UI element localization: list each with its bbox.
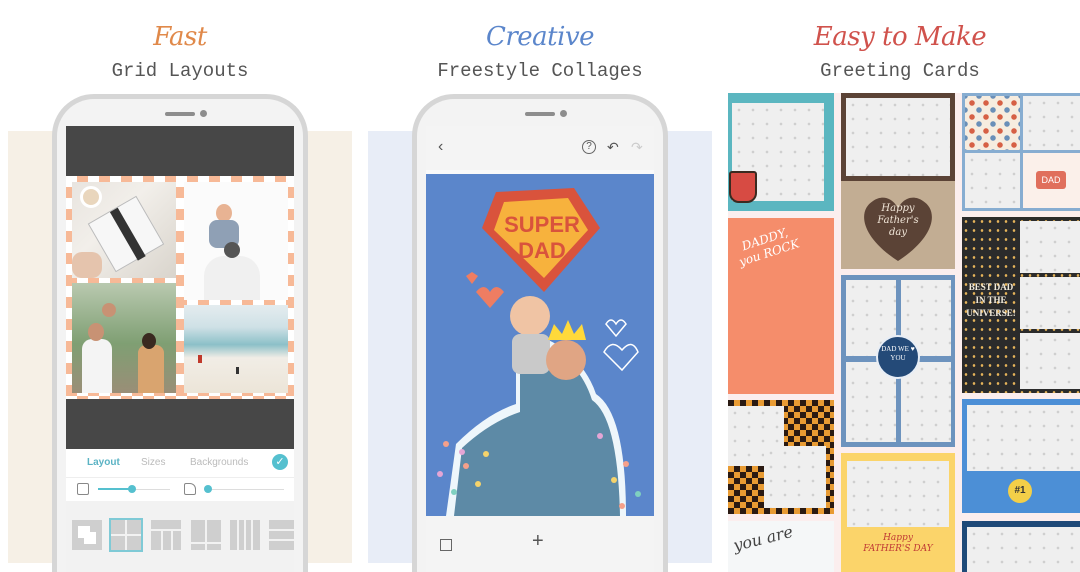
card-text: Happy FATHER'S DAY bbox=[863, 533, 933, 554]
card-text: you are bbox=[731, 521, 795, 556]
layout-option-grid-4col[interactable] bbox=[230, 520, 260, 550]
corner-radius-icon bbox=[184, 483, 196, 495]
panel-grid-layouts: Fast Grid Layouts Layout Sizes Backgroun… bbox=[0, 0, 360, 572]
bottom-dark-area bbox=[66, 399, 294, 449]
front-camera bbox=[200, 110, 207, 117]
baby-body bbox=[512, 334, 550, 374]
card-best-dad-universe[interactable]: BEST DAD IN THE UNIVERSE! bbox=[962, 217, 1080, 393]
accessories-pattern bbox=[965, 96, 1020, 150]
redo-icon[interactable]: ↷ bbox=[631, 140, 643, 154]
baby-face bbox=[510, 296, 550, 336]
heart-outline-sticker[interactable] bbox=[603, 343, 639, 372]
layout-option-grid-2col-split[interactable] bbox=[191, 520, 221, 550]
canvas-artwork: SUPER DAD bbox=[437, 188, 641, 516]
spacing-icon bbox=[77, 483, 89, 495]
collage-cell-beach[interactable] bbox=[184, 305, 288, 393]
heart-sticker[interactable] bbox=[466, 272, 478, 284]
check-icon[interactable]: ✓ bbox=[272, 454, 288, 470]
subtitle: Grid Layouts bbox=[111, 60, 249, 82]
card-dad-we-love-you[interactable]: DAD WE ♥ YOU bbox=[841, 275, 955, 447]
heart-outline-sticker[interactable] bbox=[605, 319, 627, 338]
spacing-slider-knob[interactable] bbox=[128, 485, 136, 493]
card-dad-pattern[interactable]: DAD bbox=[962, 93, 1080, 211]
collage-cell-gift-box[interactable] bbox=[72, 182, 176, 278]
top-dark-area bbox=[66, 126, 294, 176]
card-daddy-rock[interactable]: DADDY, you ROCK bbox=[728, 218, 834, 394]
panel-freestyle-collages: Creative Freestyle Collages ‹ ? ↶ ↷ SUPE… bbox=[360, 0, 720, 572]
card-number-one-dad[interactable]: #1 bbox=[962, 399, 1080, 513]
layout-option-grid-top-wide[interactable] bbox=[151, 520, 181, 550]
speaker-grille bbox=[165, 112, 195, 116]
phone-frame: Layout Sizes Backgrounds ✓ bbox=[52, 94, 308, 572]
editor-tabs: Layout Sizes Backgrounds ✓ bbox=[66, 449, 294, 477]
hand bbox=[72, 252, 102, 278]
help-icon[interactable]: ? bbox=[582, 140, 596, 154]
front-camera bbox=[560, 110, 567, 117]
layout-options bbox=[66, 501, 294, 572]
corner-slider-knob[interactable] bbox=[204, 485, 212, 493]
editor-bottom-bar: + bbox=[426, 516, 654, 572]
fathers-day-badge bbox=[729, 171, 757, 203]
card-navy-frame[interactable] bbox=[962, 521, 1080, 572]
card-text: DADDY, you ROCK bbox=[737, 225, 802, 269]
collage-grid bbox=[66, 176, 294, 399]
layout-icon[interactable] bbox=[440, 539, 452, 551]
tagline: Creative bbox=[485, 22, 595, 52]
editor-toolbar: ‹ ? ↶ ↷ bbox=[426, 126, 654, 170]
corner-slider-track[interactable] bbox=[204, 489, 284, 490]
card-text: DAD bbox=[1036, 171, 1066, 189]
dad-face bbox=[546, 340, 586, 380]
card-text: #1 bbox=[1014, 485, 1026, 496]
spacing-slider-fill bbox=[98, 488, 130, 490]
collage-cell-family-outdoor[interactable] bbox=[72, 283, 176, 393]
card-templates-grid: DADDY, you ROCK you are Happy Father's d… bbox=[728, 93, 1080, 572]
collage-cell-baby-shoulders[interactable] bbox=[184, 182, 288, 300]
tab-backgrounds[interactable]: Backgrounds bbox=[190, 457, 248, 468]
card-plaid[interactable] bbox=[728, 400, 834, 514]
subtitle: Greeting Cards bbox=[820, 60, 980, 82]
card-text: DAD WE ♥ YOU bbox=[881, 345, 915, 362]
card-teal-frame[interactable] bbox=[728, 93, 834, 211]
tagline: Fast bbox=[153, 22, 207, 52]
card-happy-fathers-day[interactable]: Happy Father's day bbox=[841, 93, 955, 269]
undo-icon[interactable]: ↶ bbox=[607, 140, 619, 154]
adjustment-sliders bbox=[66, 477, 294, 501]
coffee-cup bbox=[80, 186, 102, 208]
card-text: Happy Father's day bbox=[877, 203, 919, 238]
card-you-are[interactable]: you are bbox=[728, 521, 834, 572]
layout-option-grid-2x2[interactable] bbox=[109, 518, 143, 552]
sticker-text-super: SUPER bbox=[504, 212, 580, 237]
card-text: BEST DAD IN THE UNIVERSE! bbox=[966, 282, 1016, 318]
phone-frame: ‹ ? ↶ ↷ SUPER DAD + bbox=[412, 94, 668, 572]
tagline: Easy to Make bbox=[813, 22, 987, 52]
phone-screen: ‹ ? ↶ ↷ SUPER DAD + bbox=[426, 126, 654, 572]
layout-option-grid-rows[interactable] bbox=[269, 520, 294, 550]
sticker-text-dad: DAD bbox=[518, 238, 566, 263]
chevron-left-icon[interactable]: ‹ bbox=[438, 139, 443, 155]
tab-layout[interactable]: Layout bbox=[87, 457, 120, 468]
crown-sticker[interactable] bbox=[548, 320, 586, 340]
card-yellow-banner[interactable]: Happy FATHER'S DAY bbox=[841, 453, 955, 572]
layout-option-freeform[interactable] bbox=[72, 520, 102, 550]
plus-icon[interactable]: + bbox=[532, 531, 544, 551]
panel-greeting-cards: Easy to Make Greeting Cards DADDY, you R… bbox=[720, 0, 1080, 572]
subtitle: Freestyle Collages bbox=[437, 60, 643, 82]
collage-canvas: SUPER DAD bbox=[426, 174, 654, 516]
speaker-grille bbox=[525, 112, 555, 116]
heart-sticker[interactable] bbox=[476, 287, 504, 308]
tab-sizes[interactable]: Sizes bbox=[141, 457, 165, 468]
phone-screen: Layout Sizes Backgrounds ✓ bbox=[66, 126, 294, 572]
